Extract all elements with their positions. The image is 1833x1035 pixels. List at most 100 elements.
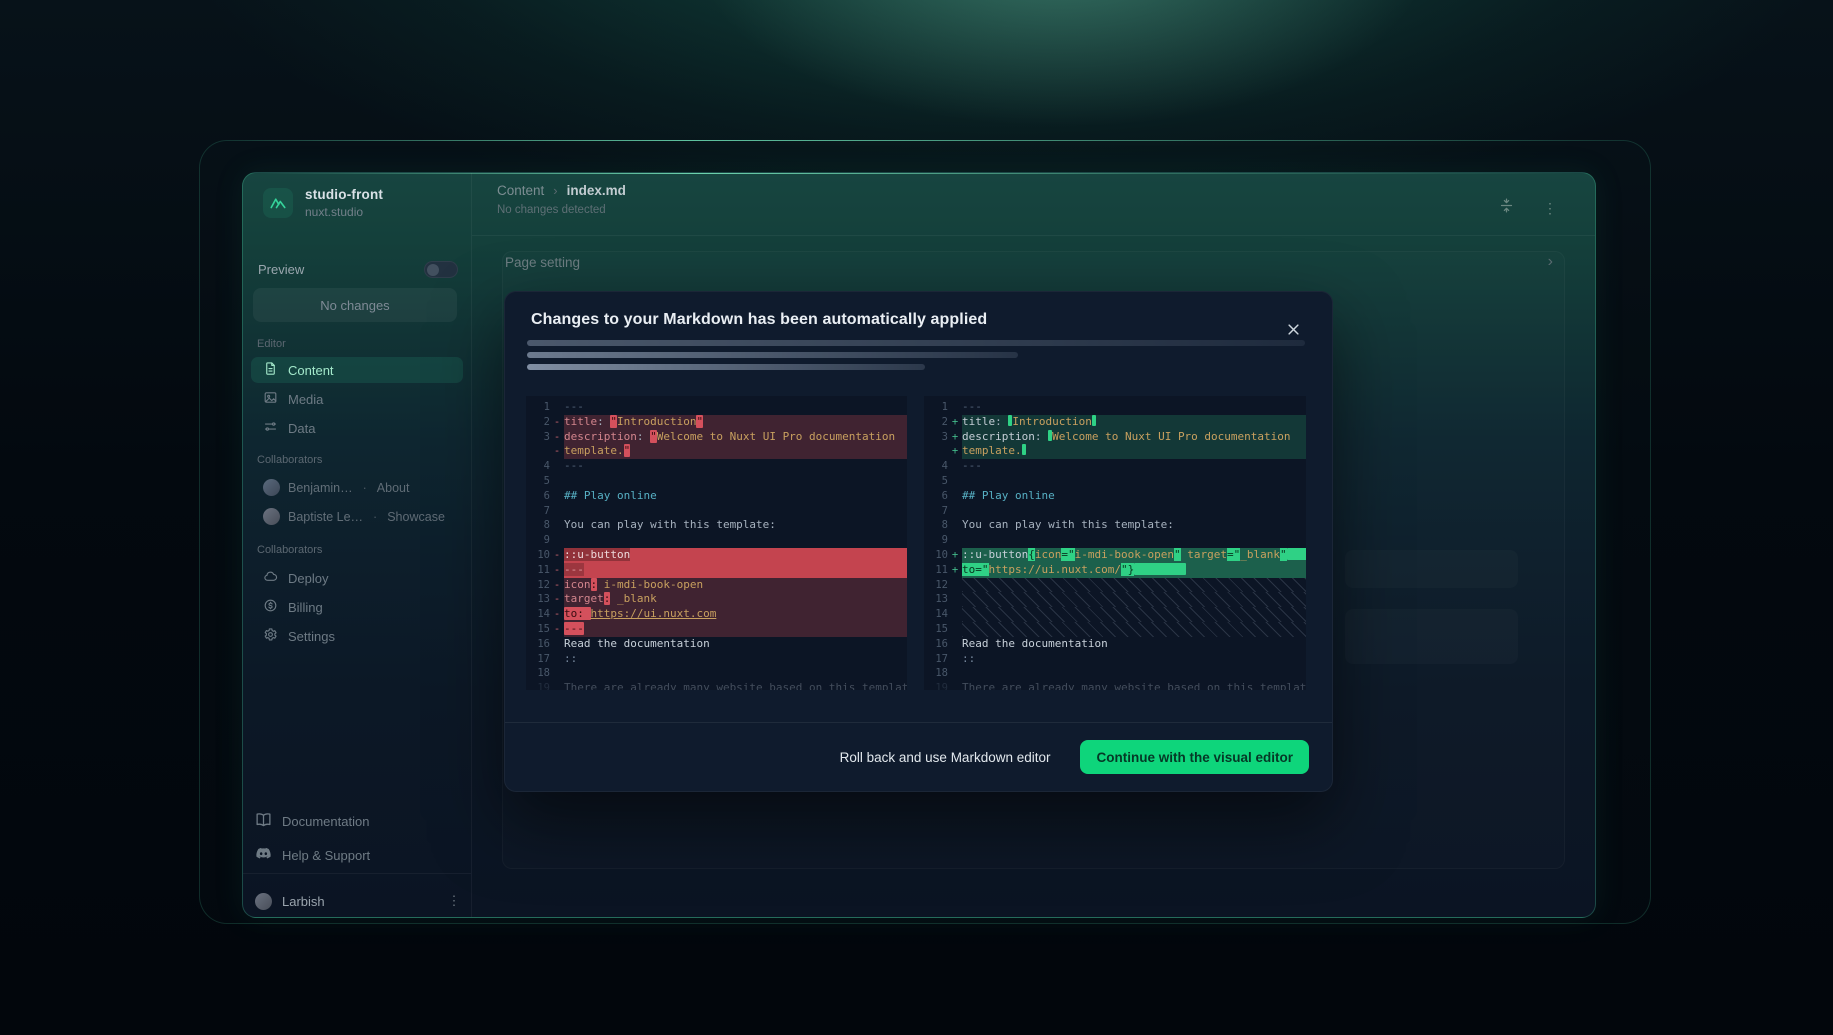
code-text: title: Introduction: [962, 415, 1306, 430]
diff-sign: -: [550, 430, 564, 445]
code-token: Read the documentation: [962, 637, 1108, 650]
diff-panel-removed: 1---2-title: "Introduction"3-description…: [526, 396, 907, 690]
diff-highlight: ": [624, 444, 631, 457]
sidebar-item-settings[interactable]: Settings: [251, 623, 463, 649]
sidebar-item-help-support[interactable]: Help & Support: [255, 845, 370, 865]
code-token: _blank: [617, 592, 657, 605]
dot-separator: ·: [373, 510, 377, 524]
code-token: i-mdi-book-open: [1075, 548, 1174, 561]
diff-sign: [550, 474, 564, 489]
line-number: 13: [924, 592, 948, 607]
billing-icon: [263, 598, 278, 616]
diff-line: 12: [924, 578, 1306, 593]
continue-visual-editor-button[interactable]: Continue with the visual editor: [1080, 740, 1309, 774]
settings-icon: [263, 627, 278, 645]
diff-highlight: ": [1174, 548, 1181, 561]
code-text: ::u-button{icon="i-mdi-book-open" target…: [962, 548, 1306, 563]
sidebar-item-content[interactable]: Content: [251, 357, 463, 383]
diff-sign: [550, 489, 564, 504]
code-text: [962, 504, 1306, 519]
sidebar-item-billing[interactable]: Billing: [251, 594, 463, 620]
close-icon[interactable]: [1282, 318, 1304, 340]
code-text: ---: [564, 622, 907, 637]
chevron-right-icon: ›: [553, 183, 557, 198]
chevron-right-icon[interactable]: ›: [1548, 253, 1553, 271]
code-token: icon: [564, 578, 591, 591]
page-setting-label: Page setting: [505, 255, 580, 270]
breadcrumb-item-file[interactable]: index.md: [567, 183, 626, 198]
sidebar-divider: [243, 873, 471, 874]
code-token: Introduction: [1012, 415, 1091, 428]
diff-line: 2+title: Introduction: [924, 415, 1306, 430]
diff-line: 9: [924, 533, 1306, 548]
merge-changes-icon[interactable]: [1498, 197, 1515, 219]
diff-line: 13-target: _blank: [526, 592, 907, 607]
project-switcher[interactable]: studio-front nuxt.studio: [263, 187, 383, 219]
code-token: You can play with this template:: [564, 518, 776, 531]
diff-line: 1---: [526, 400, 907, 415]
diff-line: 6## Play online: [924, 489, 1306, 504]
code-token: title: [564, 415, 597, 428]
discord-icon: [255, 845, 272, 865]
diff-sign: [948, 533, 962, 548]
diff-line: 15----: [526, 622, 907, 637]
diff-sign: [948, 592, 962, 607]
rollback-button[interactable]: Roll back and use Markdown editor: [840, 750, 1051, 765]
diff-view[interactable]: 1---2-title: "Introduction"3-description…: [526, 396, 1311, 690]
line-number: 5: [924, 474, 948, 489]
code-text: There are already many website based on …: [962, 681, 1306, 690]
code-text: You can play with this template:: [564, 518, 907, 533]
diff-sign: +: [948, 444, 962, 459]
sidebar-item-data[interactable]: Data: [251, 415, 463, 441]
diff-line: 14: [924, 607, 1306, 622]
code-token: description: [564, 430, 637, 443]
code-token: title: [962, 415, 995, 428]
sidebar-item-deploy[interactable]: Deploy: [251, 565, 463, 591]
line-number: 3: [526, 430, 550, 445]
diff-sign: [948, 607, 962, 622]
no-changes-button[interactable]: No changes: [253, 288, 457, 322]
kebab-menu-icon[interactable]: ⋮: [1543, 206, 1557, 211]
line-number: 6: [924, 489, 948, 504]
diff-highlight: {: [1028, 548, 1035, 561]
line-number: 1: [924, 400, 948, 415]
diff-line: 3-description: "Welcome to Nuxt UI Pro d…: [526, 430, 907, 445]
line-number: 7: [526, 504, 550, 519]
diff-highlight: ": [610, 415, 617, 428]
code-token: There are already many website based on …: [564, 681, 907, 690]
collaborator-name: Baptiste Le…: [288, 510, 363, 524]
line-number: 12: [526, 578, 550, 593]
preview-toggle[interactable]: [424, 261, 458, 278]
line-number: 7: [924, 504, 948, 519]
line-number: 16: [526, 637, 550, 652]
diff-line: 17::: [526, 652, 907, 667]
collaborator-row[interactable]: Benjamin…·About: [251, 473, 463, 502]
breadcrumb-item-content[interactable]: Content: [497, 183, 544, 198]
diff-panel-added: 1---2+title: Introduction3+description: …: [924, 396, 1306, 690]
user-menu[interactable]: Larbish ⋮: [255, 885, 461, 917]
code-token: ---: [564, 400, 584, 413]
code-text: ---: [564, 459, 907, 474]
code-text: [962, 666, 1306, 681]
diff-line: 10+::u-button{icon="i-mdi-book-open" tar…: [924, 548, 1306, 563]
sidebar-item-documentation[interactable]: Documentation: [255, 811, 369, 831]
collaborator-row[interactable]: Baptiste Le…·Showcase: [251, 502, 463, 531]
diff-line: 10-::u-button: [526, 548, 907, 563]
sidebar-item-media[interactable]: Media: [251, 386, 463, 412]
diff-line: 18: [924, 666, 1306, 681]
diff-sign: [948, 504, 962, 519]
collaborator-page: About: [377, 481, 410, 495]
code-token: ---: [962, 400, 982, 413]
line-number: 17: [924, 652, 948, 667]
media-icon: [263, 390, 278, 408]
diff-sign: +: [948, 548, 962, 563]
code-text: ## Play online: [564, 489, 907, 504]
diff-line: 9: [526, 533, 907, 548]
skeleton-row: [1345, 609, 1518, 664]
diff-highlight: ": [696, 415, 703, 428]
diff-line: 1 ---: [924, 400, 1306, 415]
code-text: title: "Introduction": [564, 415, 907, 430]
kebab-menu-icon[interactable]: ⋮: [447, 899, 461, 903]
line-number: [526, 444, 550, 459]
diff-sign: [550, 518, 564, 533]
